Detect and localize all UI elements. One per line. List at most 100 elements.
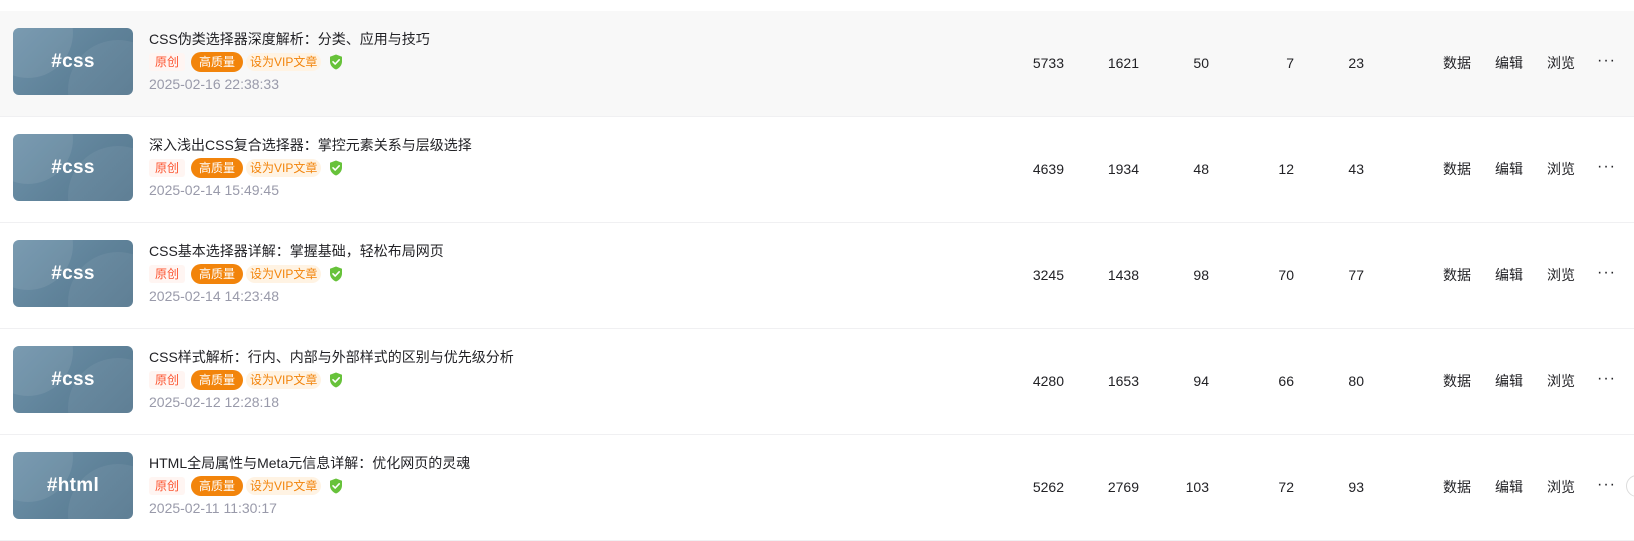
stat-favorites: 77: [1348, 267, 1364, 283]
stat-reads: 2769: [1107, 479, 1139, 495]
stat-views: 3245: [1032, 267, 1064, 283]
stat-views: 5262: [1032, 479, 1064, 495]
article-badges: 原创 高质量 设为VIP文章: [149, 476, 470, 496]
article-info: HTML全局属性与Meta元信息详解：优化网页的灵魂 原创 高质量 设为VIP文…: [149, 453, 470, 518]
article-thumbnail[interactable]: #css: [13, 240, 133, 307]
browse-button[interactable]: 浏览: [1547, 329, 1575, 433]
article-title[interactable]: CSS样式解析：行内、内部与外部样式的区别与优先级分析: [149, 347, 514, 367]
stat-comments: 72: [1278, 479, 1294, 495]
article-row: #css CSS基本选择器详解：掌握基础，轻松布局网页 原创 高质量 设为VIP…: [0, 223, 1634, 329]
set-vip-button[interactable]: 设为VIP文章: [246, 477, 322, 495]
thumbnail-tag: #css: [51, 368, 95, 390]
stat-views: 4639: [1032, 161, 1064, 177]
original-badge: 原创: [149, 53, 186, 71]
thumbnail-tag: #css: [51, 50, 95, 72]
stat-views: 4280: [1032, 373, 1064, 389]
article-badges: 原创 高质量 设为VIP文章: [149, 158, 472, 178]
high-quality-badge: 高质量: [191, 158, 244, 178]
edit-button[interactable]: 编辑: [1495, 435, 1523, 539]
browse-button[interactable]: 浏览: [1547, 435, 1575, 539]
edit-button[interactable]: 编辑: [1495, 11, 1523, 115]
stat-reads: 1438: [1107, 267, 1139, 283]
stat-reads: 1653: [1107, 373, 1139, 389]
stat-favorites: 80: [1348, 373, 1364, 389]
article-badges: 原创 高质量 设为VIP文章: [149, 52, 430, 72]
more-dots-icon[interactable]: ···: [1597, 329, 1616, 433]
high-quality-badge: 高质量: [191, 476, 244, 496]
original-badge: 原创: [149, 265, 186, 283]
article-row: #css 深入浅出CSS复合选择器：掌控元素关系与层级选择 原创 高质量 设为V…: [0, 117, 1634, 223]
more-dots-icon[interactable]: ···: [1597, 117, 1616, 221]
stat-reads: 1621: [1107, 55, 1139, 71]
shield-check-icon: [329, 478, 343, 494]
article-title[interactable]: CSS基本选择器详解：掌握基础，轻松布局网页: [149, 241, 444, 261]
browse-button[interactable]: 浏览: [1547, 117, 1575, 221]
thumbnail-tag: #css: [51, 156, 95, 178]
edit-button[interactable]: 编辑: [1495, 117, 1523, 221]
high-quality-badge: 高质量: [191, 264, 244, 284]
data-button[interactable]: 数据: [1443, 435, 1471, 539]
original-badge: 原创: [149, 477, 186, 495]
stat-favorites: 43: [1348, 161, 1364, 177]
article-info: 深入浅出CSS复合选择器：掌控元素关系与层级选择 原创 高质量 设为VIP文章 …: [149, 135, 472, 200]
publish-date: 2025-02-16 22:38:33: [149, 76, 279, 92]
more-dots-icon[interactable]: ···: [1597, 223, 1616, 327]
article-thumbnail[interactable]: #css: [13, 346, 133, 413]
shield-check-icon: [329, 160, 343, 176]
data-button[interactable]: 数据: [1443, 117, 1471, 221]
stat-favorites: 23: [1348, 55, 1364, 71]
browse-button[interactable]: 浏览: [1547, 223, 1575, 327]
article-row: #html HTML全局属性与Meta元信息详解：优化网页的灵魂 原创 高质量 …: [0, 435, 1634, 541]
article-row: #css CSS样式解析：行内、内部与外部样式的区别与优先级分析 原创 高质量 …: [0, 329, 1634, 435]
article-row: #css CSS伪类选择器深度解析：分类、应用与技巧 原创 高质量 设为VIP文…: [0, 11, 1634, 117]
stat-likes: 94: [1193, 373, 1209, 389]
stat-comments: 66: [1278, 373, 1294, 389]
browse-button[interactable]: 浏览: [1547, 11, 1575, 115]
original-badge: 原创: [149, 371, 186, 389]
article-badges: 原创 高质量 设为VIP文章: [149, 264, 444, 284]
article-info: CSS样式解析：行内、内部与外部样式的区别与优先级分析 原创 高质量 设为VIP…: [149, 347, 514, 412]
thumbnail-tag: #css: [51, 262, 95, 284]
set-vip-button[interactable]: 设为VIP文章: [246, 159, 322, 177]
edit-button[interactable]: 编辑: [1495, 329, 1523, 433]
shield-check-icon: [329, 266, 343, 282]
data-button[interactable]: 数据: [1443, 223, 1471, 327]
stat-comments: 70: [1278, 267, 1294, 283]
data-button[interactable]: 数据: [1443, 11, 1471, 115]
article-title[interactable]: HTML全局属性与Meta元信息详解：优化网页的灵魂: [149, 453, 470, 473]
publish-date: 2025-02-12 12:28:18: [149, 394, 279, 410]
article-title[interactable]: 深入浅出CSS复合选择器：掌控元素关系与层级选择: [149, 135, 472, 155]
stat-likes: 48: [1193, 161, 1209, 177]
more-dots-icon[interactable]: ···: [1597, 435, 1616, 539]
set-vip-button[interactable]: 设为VIP文章: [246, 265, 322, 283]
stat-likes: 98: [1193, 267, 1209, 283]
set-vip-button[interactable]: 设为VIP文章: [246, 53, 322, 71]
stat-comments: 12: [1278, 161, 1294, 177]
edit-button[interactable]: 编辑: [1495, 223, 1523, 327]
article-thumbnail[interactable]: #css: [13, 28, 133, 95]
high-quality-badge: 高质量: [191, 52, 244, 72]
article-info: CSS基本选择器详解：掌握基础，轻松布局网页 原创 高质量 设为VIP文章 20…: [149, 241, 444, 306]
more-dots-icon[interactable]: ···: [1597, 11, 1616, 115]
stat-comments: 7: [1286, 55, 1294, 71]
article-info: CSS伪类选择器深度解析：分类、应用与技巧 原创 高质量 设为VIP文章 202…: [149, 29, 430, 94]
publish-date: 2025-02-11 11:30:17: [149, 500, 277, 516]
set-vip-button[interactable]: 设为VIP文章: [246, 371, 322, 389]
publish-date: 2025-02-14 15:49:45: [149, 182, 279, 198]
stat-favorites: 93: [1348, 479, 1364, 495]
article-list: #css CSS伪类选择器深度解析：分类、应用与技巧 原创 高质量 设为VIP文…: [0, 11, 1634, 541]
publish-date: 2025-02-14 14:23:48: [149, 288, 279, 304]
stat-views: 5733: [1032, 55, 1064, 71]
thumbnail-tag: #html: [46, 474, 100, 496]
article-thumbnail[interactable]: #html: [13, 452, 133, 519]
stat-likes: 50: [1193, 55, 1209, 71]
article-badges: 原创 高质量 设为VIP文章: [149, 370, 514, 390]
stat-likes: 103: [1185, 479, 1209, 495]
shield-check-icon: [329, 54, 343, 70]
shield-check-icon: [329, 372, 343, 388]
article-thumbnail[interactable]: #css: [13, 134, 133, 201]
data-button[interactable]: 数据: [1443, 329, 1471, 433]
original-badge: 原创: [149, 159, 186, 177]
stat-reads: 1934: [1107, 161, 1139, 177]
article-title[interactable]: CSS伪类选择器深度解析：分类、应用与技巧: [149, 29, 430, 49]
